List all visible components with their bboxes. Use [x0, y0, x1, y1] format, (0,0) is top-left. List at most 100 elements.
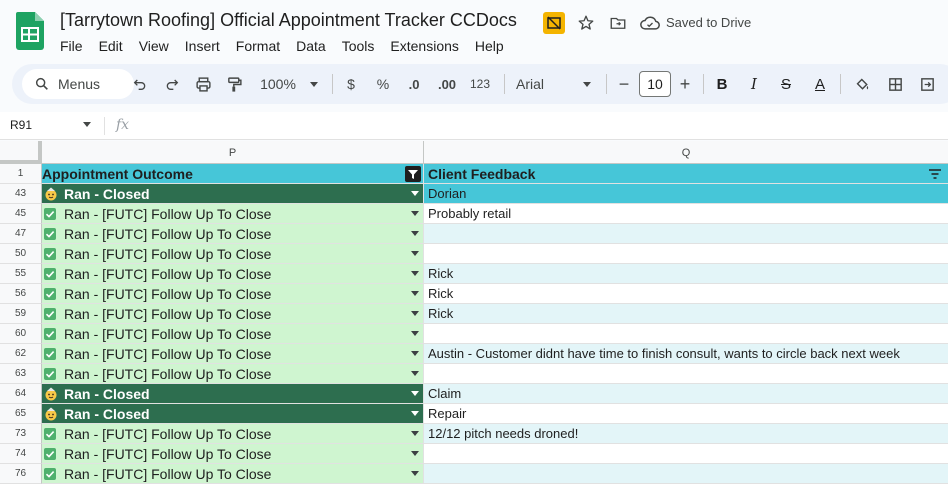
format-percent-button[interactable]: %	[374, 72, 392, 96]
decrease-decimal-button[interactable]: .0	[404, 72, 424, 96]
dropdown-caret-icon[interactable]	[411, 351, 419, 356]
feedback-cell[interactable]: Probably retail	[424, 204, 948, 224]
feedback-cell[interactable]: Rick	[424, 284, 948, 304]
dropdown-caret-icon[interactable]	[411, 431, 419, 436]
dropdown-caret-icon[interactable]	[411, 211, 419, 216]
feedback-cell[interactable]	[424, 444, 948, 464]
italic-button[interactable]: I	[746, 72, 762, 96]
row-number[interactable]: 73	[0, 424, 42, 444]
header-cell-appointment-outcome[interactable]: Appointment Outcome	[42, 164, 424, 184]
row-number[interactable]: 74	[0, 444, 42, 464]
fill-color-icon[interactable]	[852, 72, 872, 96]
header-cell-client-feedback[interactable]: Client Feedback	[424, 164, 948, 184]
search-menus-button[interactable]: Menus	[22, 69, 134, 99]
zoom-caret-icon[interactable]	[308, 72, 320, 96]
increase-decimal-button[interactable]: .00	[435, 72, 459, 96]
row-number[interactable]: 1	[0, 164, 42, 184]
menu-help[interactable]: Help	[471, 37, 510, 55]
outcome-cell[interactable]: Ran - [FUTC] Follow Up To Close	[42, 264, 424, 284]
feedback-cell[interactable]	[424, 324, 948, 344]
feedback-cell[interactable]: Austin - Customer didnt have time to fin…	[424, 344, 948, 364]
row-number[interactable]: 47	[0, 224, 42, 244]
document-title[interactable]: [Tarrytown Roofing] Official Appointment…	[60, 10, 517, 31]
zoom-select[interactable]: 100%	[257, 72, 299, 96]
dropdown-caret-icon[interactable]	[411, 231, 419, 236]
font-family-select[interactable]: Arial	[516, 72, 576, 96]
cloud-done-icon[interactable]	[639, 12, 661, 34]
feedback-cell[interactable]	[424, 244, 948, 264]
dropdown-caret-icon[interactable]	[411, 471, 419, 476]
sheets-logo-icon[interactable]	[16, 12, 44, 50]
outcome-cell[interactable]: Ran - [FUTC] Follow Up To Close	[42, 364, 424, 384]
filter-icon[interactable]	[928, 168, 942, 180]
row-number[interactable]: 59	[0, 304, 42, 324]
outcome-cell[interactable]: Ran - [FUTC] Follow Up To Close	[42, 424, 424, 444]
row-number[interactable]: 43	[0, 184, 42, 204]
no-sync-icon[interactable]	[543, 12, 565, 34]
font-caret-icon[interactable]	[580, 72, 594, 96]
dropdown-caret-icon[interactable]	[411, 291, 419, 296]
filter-active-icon[interactable]	[405, 166, 421, 182]
row-number[interactable]: 50	[0, 244, 42, 264]
row-number[interactable]: 76	[0, 464, 42, 484]
strikethrough-button[interactable]: S	[778, 72, 794, 96]
feedback-cell[interactable]	[424, 224, 948, 244]
menu-tools[interactable]: Tools	[338, 37, 381, 55]
dropdown-caret-icon[interactable]	[411, 191, 419, 196]
merge-cells-icon[interactable]	[917, 72, 937, 96]
feedback-cell[interactable]: Dorian	[424, 184, 948, 204]
menu-view[interactable]: View	[135, 37, 175, 55]
outcome-cell[interactable]: Ran - [FUTC] Follow Up To Close	[42, 464, 424, 484]
outcome-cell[interactable]: Ran - [FUTC] Follow Up To Close	[42, 224, 424, 244]
undo-icon[interactable]	[130, 72, 150, 96]
outcome-cell[interactable]: Ran - Closed	[42, 184, 424, 204]
font-size-input[interactable]: 10	[639, 71, 671, 97]
move-folder-icon[interactable]	[607, 12, 629, 34]
menu-extensions[interactable]: Extensions	[386, 37, 464, 55]
feedback-cell[interactable]	[424, 364, 948, 384]
borders-icon[interactable]	[885, 72, 905, 96]
outcome-cell[interactable]: Ran - [FUTC] Follow Up To Close	[42, 284, 424, 304]
outcome-cell[interactable]: Ran - [FUTC] Follow Up To Close	[42, 304, 424, 324]
outcome-cell[interactable]: Ran - [FUTC] Follow Up To Close	[42, 344, 424, 364]
redo-icon[interactable]	[162, 72, 182, 96]
star-icon[interactable]	[575, 12, 597, 34]
row-number[interactable]: 62	[0, 344, 42, 364]
format-currency-button[interactable]: $	[342, 72, 360, 96]
dropdown-caret-icon[interactable]	[411, 411, 419, 416]
paint-format-icon[interactable]	[224, 72, 244, 96]
text-color-button[interactable]: A	[810, 72, 830, 96]
spreadsheet-grid[interactable]: P Q 1 Appointment Outcome Client Feedbac…	[0, 141, 948, 484]
feedback-cell[interactable]	[424, 464, 948, 484]
dropdown-caret-icon[interactable]	[411, 331, 419, 336]
feedback-cell[interactable]: Repair	[424, 404, 948, 424]
menu-data[interactable]: Data	[292, 37, 332, 55]
outcome-cell[interactable]: Ran - Closed	[42, 404, 424, 424]
dropdown-caret-icon[interactable]	[411, 271, 419, 276]
row-number[interactable]: 63	[0, 364, 42, 384]
dropdown-caret-icon[interactable]	[411, 251, 419, 256]
menu-insert[interactable]: Insert	[181, 37, 226, 55]
feedback-cell[interactable]: Claim	[424, 384, 948, 404]
menu-edit[interactable]: Edit	[95, 37, 129, 55]
dropdown-caret-icon[interactable]	[411, 391, 419, 396]
name-box[interactable]: R91	[10, 118, 32, 132]
decrease-font-size-icon[interactable]: −	[616, 72, 632, 96]
feedback-cell[interactable]: Rick	[424, 264, 948, 284]
menu-file[interactable]: File	[56, 37, 89, 55]
print-icon[interactable]	[193, 72, 213, 96]
row-number[interactable]: 65	[0, 404, 42, 424]
increase-font-size-icon[interactable]: +	[677, 72, 693, 96]
outcome-cell[interactable]: Ran - [FUTC] Follow Up To Close	[42, 324, 424, 344]
row-number[interactable]: 60	[0, 324, 42, 344]
outcome-cell[interactable]: Ran - [FUTC] Follow Up To Close	[42, 444, 424, 464]
outcome-cell[interactable]: Ran - [FUTC] Follow Up To Close	[42, 244, 424, 264]
dropdown-caret-icon[interactable]	[411, 371, 419, 376]
row-number[interactable]: 56	[0, 284, 42, 304]
select-all-corner[interactable]	[0, 141, 42, 164]
bold-button[interactable]: B	[714, 72, 730, 96]
row-number[interactable]: 45	[0, 204, 42, 224]
feedback-cell[interactable]: Rick	[424, 304, 948, 324]
dropdown-caret-icon[interactable]	[411, 451, 419, 456]
more-formats-button[interactable]: 123	[468, 72, 492, 96]
